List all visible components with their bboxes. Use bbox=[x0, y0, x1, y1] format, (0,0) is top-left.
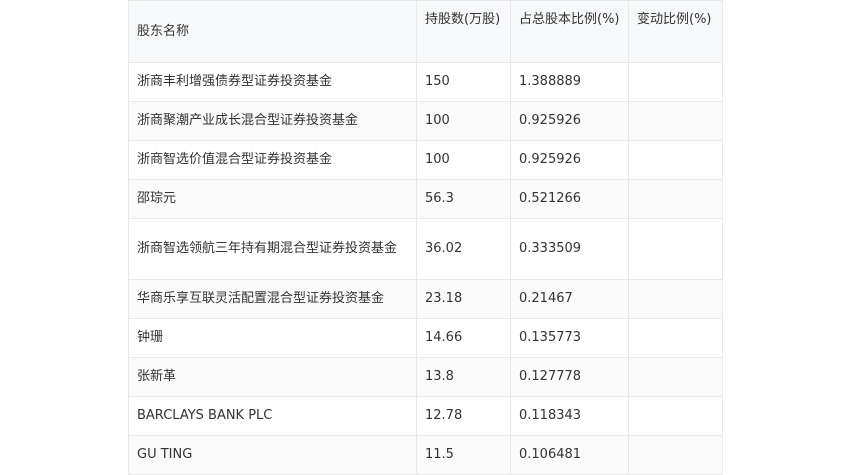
header-share-ratio: 占总股本比例(%) bbox=[510, 0, 629, 63]
cell-change-ratio bbox=[628, 396, 723, 436]
cell-shares-held: 100 bbox=[416, 101, 511, 141]
cell-share-ratio: 0.106481 bbox=[510, 435, 629, 475]
cell-change-ratio bbox=[628, 279, 723, 319]
cell-shareholder-name: 张新革 bbox=[128, 357, 417, 397]
table-row: 浙商智选领航三年持有期混合型证券投资基金 36.02 0.333509 bbox=[128, 218, 723, 280]
cell-shares-held: 100 bbox=[416, 140, 511, 180]
header-shareholder-name: 股东名称 bbox=[128, 0, 417, 63]
shareholder-table-container: 股东名称 持股数(万股) 占总股本比例(%) 变动比例(%) 浙商丰利增强债券型… bbox=[128, 0, 723, 475]
cell-shareholder-name: 浙商聚潮产业成长混合型证券投资基金 bbox=[128, 101, 417, 141]
cell-shareholder-name: 邵琮元 bbox=[128, 179, 417, 219]
cell-share-ratio: 0.333509 bbox=[510, 218, 629, 280]
header-change-ratio: 变动比例(%) bbox=[628, 0, 723, 63]
table-row: GU TING 11.5 0.106481 bbox=[128, 435, 723, 475]
cell-change-ratio bbox=[628, 140, 723, 180]
cell-change-ratio bbox=[628, 218, 723, 280]
cell-shareholder-name: 浙商智选领航三年持有期混合型证券投资基金 bbox=[128, 218, 417, 280]
cell-change-ratio bbox=[628, 357, 723, 397]
header-row: 股东名称 持股数(万股) 占总股本比例(%) 变动比例(%) bbox=[128, 0, 723, 63]
table-row: 浙商聚潮产业成长混合型证券投资基金 100 0.925926 bbox=[128, 101, 723, 141]
cell-shares-held: 11.5 bbox=[416, 435, 511, 475]
cell-share-ratio: 0.925926 bbox=[510, 140, 629, 180]
cell-shareholder-name: 华商乐享互联灵活配置混合型证券投资基金 bbox=[128, 279, 417, 319]
table-header: 股东名称 持股数(万股) 占总股本比例(%) 变动比例(%) bbox=[128, 0, 723, 63]
cell-shareholder-name: 浙商智选价值混合型证券投资基金 bbox=[128, 140, 417, 180]
cell-shareholder-name: BARCLAYS BANK PLC bbox=[128, 396, 417, 436]
table-row: 张新革 13.8 0.127778 bbox=[128, 357, 723, 397]
table-body: 浙商丰利增强债券型证券投资基金 150 1.388889 浙商聚潮产业成长混合型… bbox=[128, 62, 723, 475]
header-shares-held: 持股数(万股) bbox=[416, 0, 511, 63]
cell-change-ratio bbox=[628, 62, 723, 102]
cell-change-ratio bbox=[628, 318, 723, 358]
cell-shares-held: 12.78 bbox=[416, 396, 511, 436]
cell-share-ratio: 0.21467 bbox=[510, 279, 629, 319]
cell-shares-held: 14.66 bbox=[416, 318, 511, 358]
cell-change-ratio bbox=[628, 101, 723, 141]
cell-change-ratio bbox=[628, 435, 723, 475]
table-row: 钟珊 14.66 0.135773 bbox=[128, 318, 723, 358]
cell-share-ratio: 0.925926 bbox=[510, 101, 629, 141]
cell-shares-held: 36.02 bbox=[416, 218, 511, 280]
table-row: 华商乐享互联灵活配置混合型证券投资基金 23.18 0.21467 bbox=[128, 279, 723, 319]
cell-shares-held: 150 bbox=[416, 62, 511, 102]
cell-shares-held: 13.8 bbox=[416, 357, 511, 397]
cell-share-ratio: 0.127778 bbox=[510, 357, 629, 397]
cell-share-ratio: 1.388889 bbox=[510, 62, 629, 102]
table-row: 邵琮元 56.3 0.521266 bbox=[128, 179, 723, 219]
cell-share-ratio: 0.135773 bbox=[510, 318, 629, 358]
table-row: BARCLAYS BANK PLC 12.78 0.118343 bbox=[128, 396, 723, 436]
shareholder-table: 股东名称 持股数(万股) 占总股本比例(%) 变动比例(%) 浙商丰利增强债券型… bbox=[128, 0, 723, 475]
cell-change-ratio bbox=[628, 179, 723, 219]
cell-shareholder-name: 浙商丰利增强债券型证券投资基金 bbox=[128, 62, 417, 102]
table-row: 浙商丰利增强债券型证券投资基金 150 1.388889 bbox=[128, 62, 723, 102]
table-row: 浙商智选价值混合型证券投资基金 100 0.925926 bbox=[128, 140, 723, 180]
cell-shares-held: 23.18 bbox=[416, 279, 511, 319]
cell-shareholder-name: 钟珊 bbox=[128, 318, 417, 358]
cell-share-ratio: 0.118343 bbox=[510, 396, 629, 436]
cell-shareholder-name: GU TING bbox=[128, 435, 417, 475]
cell-shares-held: 56.3 bbox=[416, 179, 511, 219]
cell-share-ratio: 0.521266 bbox=[510, 179, 629, 219]
